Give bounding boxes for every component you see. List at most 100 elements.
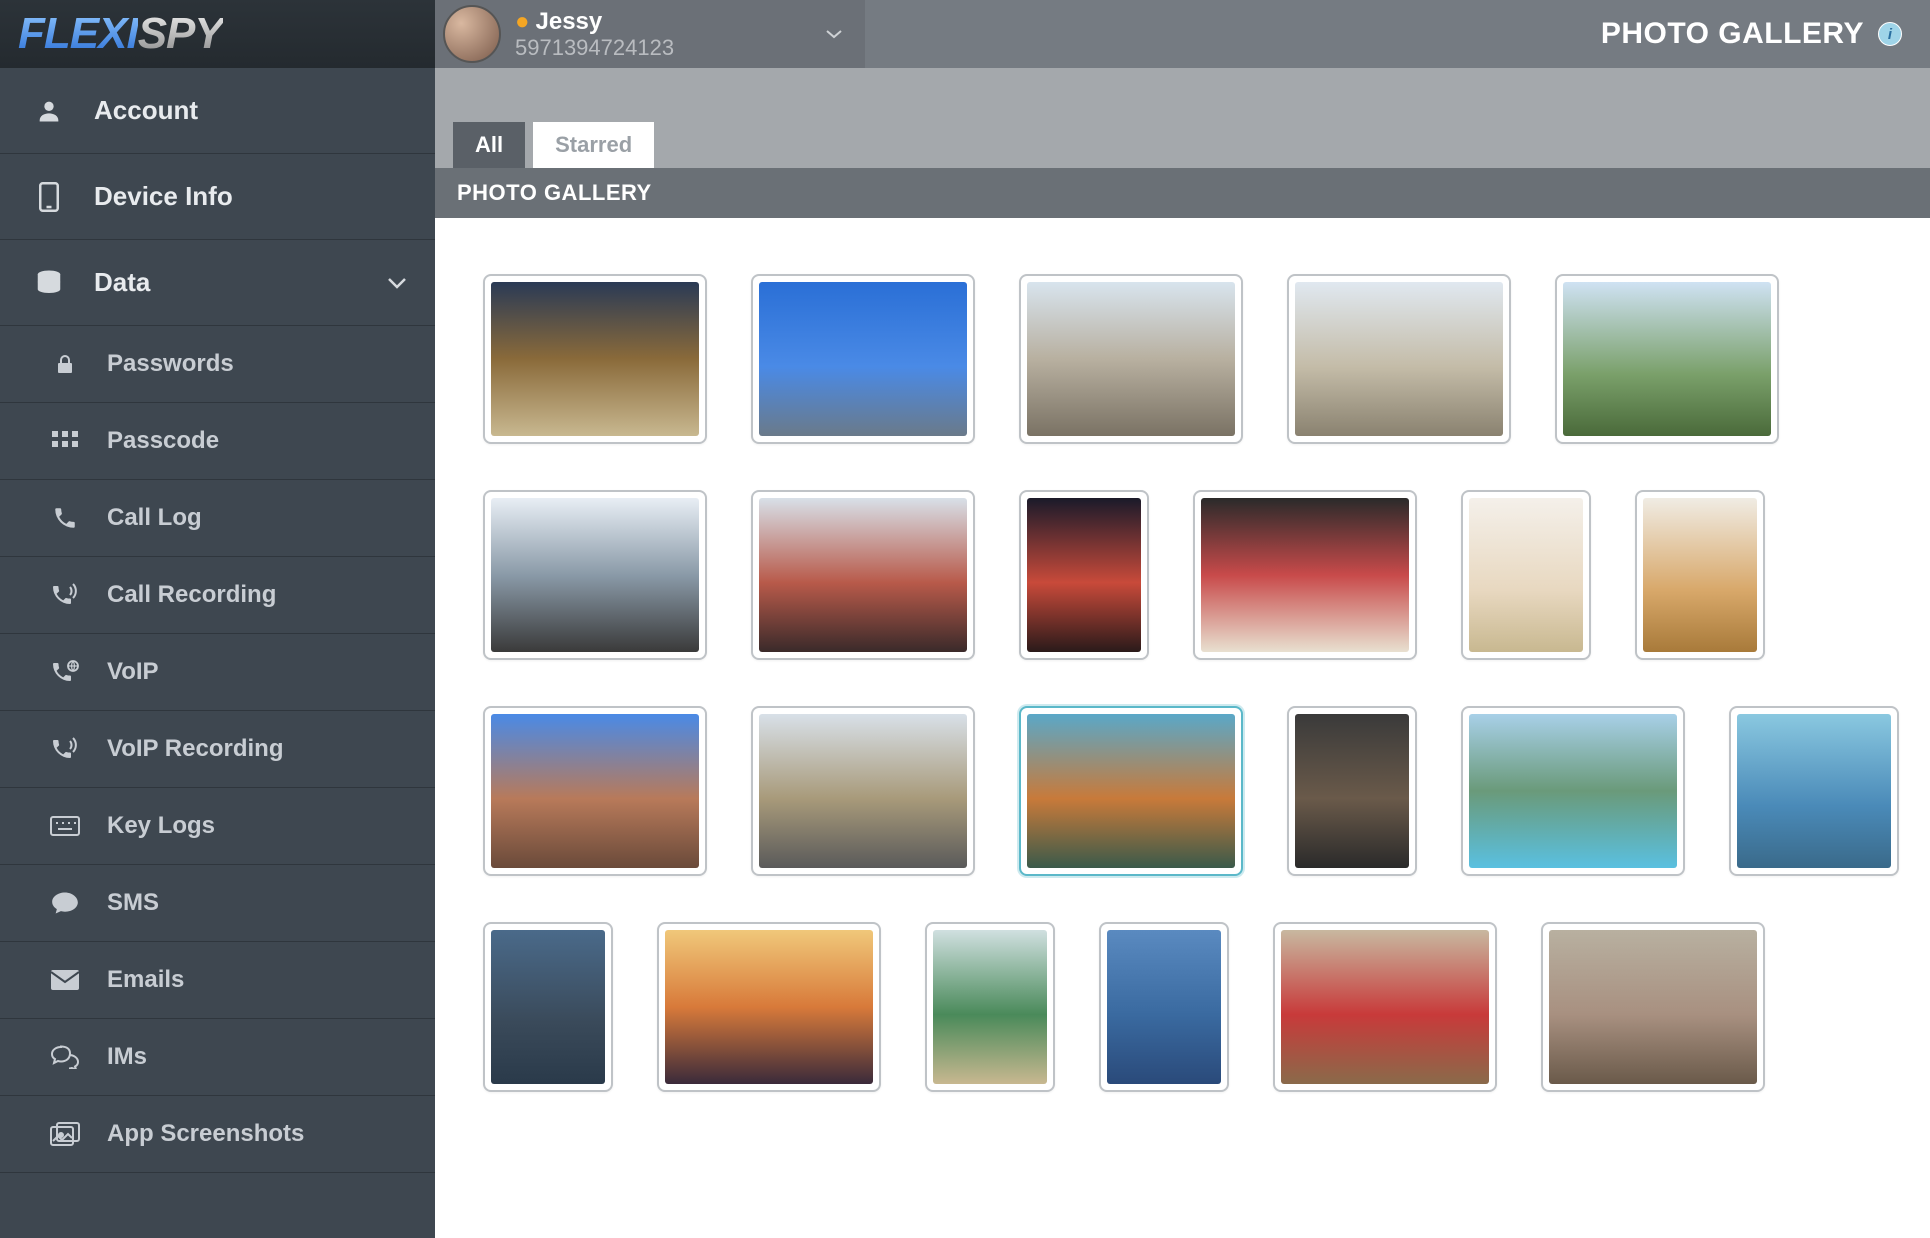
sidebar-item-key-logs[interactable]: Key Logs xyxy=(0,788,435,865)
tab-starred[interactable]: Starred xyxy=(533,122,654,168)
envelope-icon xyxy=(45,970,85,990)
sidebar-item-passcode[interactable]: Passcode xyxy=(0,403,435,480)
brand-logo[interactable]: FLEXISPY xyxy=(0,0,435,68)
sidebar-item-sms[interactable]: SMS xyxy=(0,865,435,942)
sidebar-item-label: SMS xyxy=(107,889,159,917)
thumbnail-image xyxy=(759,714,967,868)
photo-thumbnail[interactable] xyxy=(1273,922,1497,1092)
sidebar-item-label: App Screenshots xyxy=(107,1120,304,1148)
sidebar-item-call-log[interactable]: Call Log xyxy=(0,480,435,557)
sidebar-item-call-recording[interactable]: Call Recording xyxy=(0,557,435,634)
phone-signal-icon xyxy=(45,736,85,762)
thumbnail-image xyxy=(1295,714,1409,868)
photo-thumbnail[interactable] xyxy=(751,274,975,444)
tab-row: All Starred xyxy=(435,122,1930,168)
sidebar-item-data[interactable]: Data xyxy=(0,240,435,326)
sidebar-item-label: VoIP xyxy=(107,658,159,686)
sidebar-item-app-screenshots[interactable]: App Screenshots xyxy=(0,1096,435,1173)
sidebar-item-label: Passwords xyxy=(107,350,234,378)
grid-icon xyxy=(45,431,85,451)
chat-icon xyxy=(45,891,85,915)
nav: Account Device Info Data xyxy=(0,68,435,1238)
photo-thumbnail[interactable] xyxy=(483,490,707,660)
chevron-down-icon xyxy=(825,29,843,39)
sidebar-item-label: Device Info xyxy=(94,181,233,212)
keyboard-icon xyxy=(45,816,85,836)
photo-thumbnail[interactable] xyxy=(1287,706,1417,876)
user-chip[interactable]: ●Jessy 5971394724123 xyxy=(435,0,865,68)
photo-thumbnail[interactable] xyxy=(1635,490,1765,660)
thumbnail-image xyxy=(1469,714,1677,868)
gallery xyxy=(483,274,1906,1092)
thumbnail-image xyxy=(759,282,967,436)
sidebar-item-label: Passcode xyxy=(107,427,219,455)
thumbnail-image xyxy=(491,282,699,436)
sidebar-item-label: Account xyxy=(94,95,198,126)
photo-thumbnail[interactable] xyxy=(483,922,613,1092)
photo-thumbnail[interactable] xyxy=(483,706,707,876)
sidebar-item-device-info[interactable]: Device Info xyxy=(0,154,435,240)
sidebar-item-label: Emails xyxy=(107,966,184,994)
thumbnail-image xyxy=(933,930,1047,1084)
thumbnail-image xyxy=(1201,498,1409,652)
device-icon xyxy=(28,182,70,212)
photo-thumbnail[interactable] xyxy=(1019,706,1243,876)
thumbnail-image xyxy=(1563,282,1771,436)
status-dot-icon: ● xyxy=(515,8,530,35)
thumbnail-image xyxy=(1027,282,1235,436)
thumbnail-image xyxy=(1107,930,1221,1084)
page-title: PHOTO GALLERY xyxy=(1601,17,1864,51)
database-icon xyxy=(28,268,70,298)
photo-thumbnail[interactable] xyxy=(1193,490,1417,660)
thumbnail-image xyxy=(1549,930,1757,1084)
thumbnail-image xyxy=(1737,714,1891,868)
photo-thumbnail[interactable] xyxy=(1099,922,1229,1092)
sidebar-data-submenu: Passwords Passcode Call Log Call Recordi… xyxy=(0,326,435,1173)
sidebar-item-passwords[interactable]: Passwords xyxy=(0,326,435,403)
photo-thumbnail[interactable] xyxy=(751,490,975,660)
logo-part1: FLEXI xyxy=(18,9,138,58)
section-header: PHOTO GALLERY xyxy=(435,168,1930,218)
photo-thumbnail[interactable] xyxy=(1555,274,1779,444)
thumbnail-image xyxy=(759,498,967,652)
sidebar-item-voip-recording[interactable]: VoIP Recording xyxy=(0,711,435,788)
photo-thumbnail[interactable] xyxy=(751,706,975,876)
photo-thumbnail[interactable] xyxy=(1019,490,1149,660)
sidebar-item-label: Call Recording xyxy=(107,581,276,609)
sidebar-item-ims[interactable]: IMs xyxy=(0,1019,435,1096)
sidebar-item-label: VoIP Recording xyxy=(107,735,283,763)
content: All Starred PHOTO GALLERY xyxy=(435,68,1930,1238)
user-meta: ●Jessy 5971394724123 xyxy=(515,8,674,61)
thumbnail-image xyxy=(665,930,873,1084)
info-icon[interactable]: i xyxy=(1878,22,1902,46)
lock-icon xyxy=(45,351,85,377)
photo-thumbnail[interactable] xyxy=(657,922,881,1092)
chat-bubbles-icon xyxy=(45,1045,85,1069)
sidebar: FLEXISPY Account Device Info Data xyxy=(0,0,435,1238)
thumbnail-image xyxy=(1295,282,1503,436)
sidebar-item-voip[interactable]: VoIP xyxy=(0,634,435,711)
thumbnail-image xyxy=(1027,498,1141,652)
avatar xyxy=(443,5,501,63)
logo-part2: SPY xyxy=(138,9,223,58)
photo-thumbnail[interactable] xyxy=(1461,490,1591,660)
thumbnail-image xyxy=(1643,498,1757,652)
thumbnail-image xyxy=(1281,930,1489,1084)
photo-thumbnail[interactable] xyxy=(1461,706,1685,876)
photo-thumbnail[interactable] xyxy=(1019,274,1243,444)
topbar-right: PHOTO GALLERY i xyxy=(1601,0,1930,68)
sidebar-item-emails[interactable]: Emails xyxy=(0,942,435,1019)
photo-thumbnail[interactable] xyxy=(925,922,1055,1092)
phone-icon xyxy=(45,505,85,531)
chevron-down-icon xyxy=(387,277,407,289)
sidebar-item-account[interactable]: Account xyxy=(0,68,435,154)
screenshot-icon xyxy=(45,1122,85,1146)
thumbnail-image xyxy=(1469,498,1583,652)
photo-thumbnail[interactable] xyxy=(1287,274,1511,444)
photo-thumbnail[interactable] xyxy=(1729,706,1899,876)
photo-thumbnail[interactable] xyxy=(1541,922,1765,1092)
user-name-text: Jessy xyxy=(536,8,603,35)
tab-all[interactable]: All xyxy=(453,122,525,168)
user-icon xyxy=(28,97,70,125)
photo-thumbnail[interactable] xyxy=(483,274,707,444)
